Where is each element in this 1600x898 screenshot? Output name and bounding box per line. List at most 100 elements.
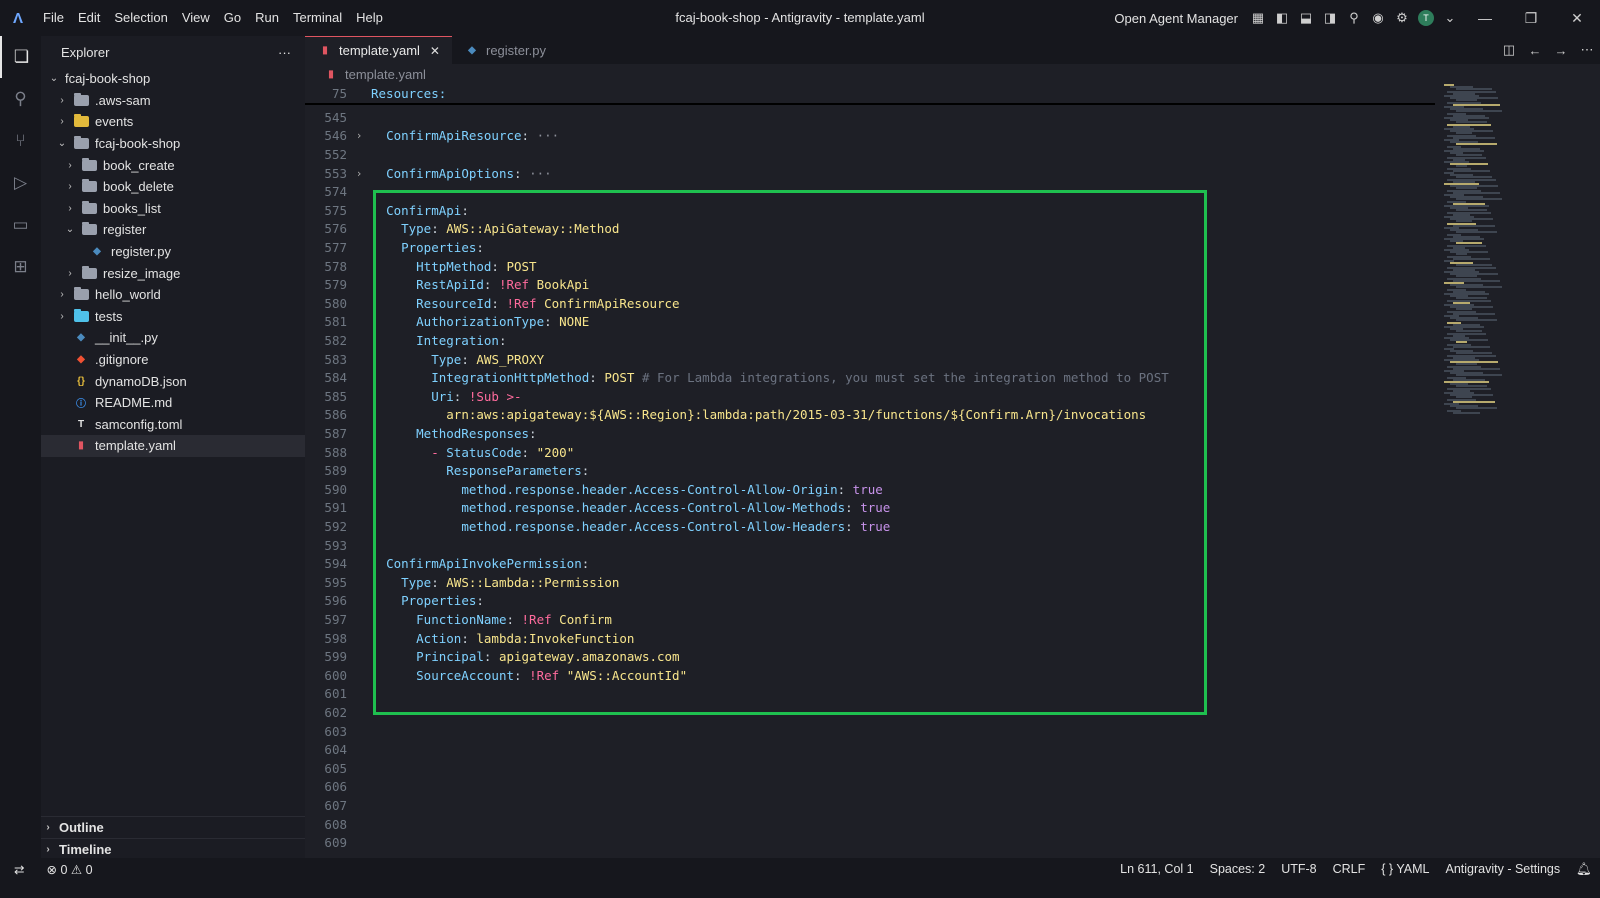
code-line[interactable]: 608: [305, 815, 1435, 834]
code-line[interactable]: 595 Type: AWS::Lambda::Permission: [305, 573, 1435, 592]
toggle-panel-icon[interactable]: ⬓: [1294, 0, 1318, 36]
account-avatar[interactable]: T: [1414, 0, 1438, 36]
antigravity-logo-icon[interactable]: Λ: [0, 0, 36, 36]
code-line[interactable]: 583 Type: AWS_PROXY: [305, 350, 1435, 369]
chevron-down-icon[interactable]: ⌄: [1438, 0, 1462, 36]
menu-file[interactable]: File: [36, 0, 71, 36]
remote-indicator-icon[interactable]: ⇄: [0, 862, 38, 877]
menu-edit[interactable]: Edit: [71, 0, 107, 36]
run-debug-icon[interactable]: ▷: [0, 162, 41, 204]
code-line[interactable]: 604: [305, 740, 1435, 759]
tree-item[interactable]: › book_create: [41, 154, 305, 176]
tree-item[interactable]: › book_delete: [41, 176, 305, 198]
tree-item[interactable]: › .aws-sam: [41, 90, 305, 112]
navigate-back-icon[interactable]: ←: [1522, 43, 1548, 58]
code-line[interactable]: 592 method.response.header.Access-Contro…: [305, 517, 1435, 536]
antigravity-settings[interactable]: Antigravity - Settings: [1437, 862, 1568, 876]
explorer-more-actions-icon[interactable]: ···: [278, 45, 291, 60]
search-view-icon[interactable]: ⚲: [0, 78, 41, 120]
tree-item[interactable]: ›◆.gitignore: [41, 349, 305, 371]
tree-item[interactable]: ›Tsamconfig.toml: [41, 414, 305, 436]
remote-explorer-icon[interactable]: ▭: [0, 204, 41, 246]
layout-customize-icon[interactable]: ▦: [1246, 0, 1270, 36]
code-line[interactable]: 607: [305, 796, 1435, 815]
code-line[interactable]: 601: [305, 685, 1435, 704]
close-window-icon[interactable]: ✕: [1554, 0, 1600, 36]
source-control-icon[interactable]: ⑂: [0, 120, 41, 162]
code-line[interactable]: 597 FunctionName: !Ref Confirm: [305, 610, 1435, 629]
split-editor-icon[interactable]: ◫: [1496, 42, 1522, 58]
menu-selection[interactable]: Selection: [107, 0, 174, 36]
more-actions-icon[interactable]: ⋯: [1574, 42, 1600, 58]
problems-indicator[interactable]: ⊗ 0 ⚠ 0: [38, 862, 100, 877]
cursor-position[interactable]: Ln 611, Col 1: [1112, 862, 1201, 876]
open-agent-manager-button[interactable]: Open Agent Manager: [1114, 11, 1238, 26]
tree-item[interactable]: ⌄ fcaj-book-shop: [41, 68, 305, 90]
code-line[interactable]: 578 HttpMethod: POST: [305, 257, 1435, 276]
tree-item[interactable]: ⌄ register: [41, 219, 305, 241]
close-tab-icon[interactable]: ✕: [430, 44, 440, 58]
code-line[interactable]: 609: [305, 833, 1435, 852]
code-line[interactable]: 593: [305, 536, 1435, 555]
menu-help[interactable]: Help: [349, 0, 390, 36]
code-line[interactable]: 596 Properties:: [305, 592, 1435, 611]
menu-run[interactable]: Run: [248, 0, 286, 36]
code-line[interactable]: 599 Principal: apigateway.amazonaws.com: [305, 647, 1435, 666]
sticky-scroll-header[interactable]: 75 Resources:: [305, 84, 1435, 105]
code-editor[interactable]: 545 546 › ConfirmApiResource: ··· 552 553 › C…: [305, 107, 1435, 857]
timeline-section[interactable]: › Timeline: [41, 838, 305, 859]
code-line[interactable]: 588 - StatusCode: "200": [305, 443, 1435, 462]
code-line[interactable]: 589 ResponseParameters:: [305, 461, 1435, 480]
tree-item[interactable]: › hello_world: [41, 284, 305, 306]
settings-gear-icon[interactable]: ⚙: [1390, 0, 1414, 36]
line-ending[interactable]: CRLF: [1325, 862, 1374, 876]
fold-chevron-icon[interactable]: ›: [347, 167, 371, 180]
code-line[interactable]: 553 › ConfirmApiOptions: ···: [305, 164, 1435, 183]
code-line[interactable]: 576 Type: AWS::ApiGateway::Method: [305, 220, 1435, 239]
minimap[interactable]: [1436, 64, 1600, 857]
tree-item[interactable]: ›◆register.py: [41, 241, 305, 263]
tree-item[interactable]: ›◆__init__.py: [41, 327, 305, 349]
menu-go[interactable]: Go: [217, 0, 248, 36]
code-line[interactable]: 574: [305, 182, 1435, 201]
breadcrumb-file[interactable]: template.yaml: [345, 67, 426, 82]
menu-terminal[interactable]: Terminal: [286, 0, 349, 36]
code-line[interactable]: 605: [305, 759, 1435, 778]
code-line[interactable]: 546 › ConfirmApiResource: ···: [305, 127, 1435, 146]
code-line[interactable]: 586 arn:aws:apigateway:${AWS::Region}:la…: [305, 406, 1435, 425]
minimize-icon[interactable]: —: [1462, 0, 1508, 36]
code-line[interactable]: 600 SourceAccount: !Ref "AWS::AccountId": [305, 666, 1435, 685]
search-icon[interactable]: ⚲: [1342, 0, 1366, 36]
file-encoding[interactable]: UTF-8: [1273, 862, 1324, 876]
outline-section[interactable]: › Outline: [41, 816, 305, 837]
tree-item[interactable]: ›▮template.yaml: [41, 435, 305, 457]
code-line[interactable]: 598 Action: lambda:InvokeFunction: [305, 629, 1435, 648]
tree-item[interactable]: › resize_image: [41, 262, 305, 284]
toggle-primary-sidebar-icon[interactable]: ◧: [1270, 0, 1294, 36]
code-line[interactable]: 577 Properties:: [305, 238, 1435, 257]
code-line[interactable]: 581 AuthorizationType: NONE: [305, 313, 1435, 332]
tree-item[interactable]: ⌄ fcaj-book-shop: [41, 133, 305, 155]
toggle-secondary-sidebar-icon[interactable]: ◨: [1318, 0, 1342, 36]
fold-chevron-icon[interactable]: ›: [347, 129, 371, 142]
menu-view[interactable]: View: [175, 0, 217, 36]
tree-item[interactable]: › books_list: [41, 198, 305, 220]
code-line[interactable]: 603: [305, 722, 1435, 741]
code-line[interactable]: 585 Uri: !Sub >-: [305, 387, 1435, 406]
breadcrumb[interactable]: ▮ template.yaml: [305, 64, 1435, 84]
code-line[interactable]: 552: [305, 145, 1435, 164]
language-mode[interactable]: { } YAML: [1373, 862, 1437, 876]
code-line[interactable]: 580 ResourceId: !Ref ConfirmApiResource: [305, 294, 1435, 313]
browser-icon[interactable]: ◉: [1366, 0, 1390, 36]
code-line[interactable]: 579 RestApiId: !Ref BookApi: [305, 275, 1435, 294]
code-line[interactable]: 610: [305, 852, 1435, 857]
code-line[interactable]: 575 ConfirmApi:: [305, 201, 1435, 220]
code-line[interactable]: 591 method.response.header.Access-Contro…: [305, 499, 1435, 518]
code-line[interactable]: 602: [305, 703, 1435, 722]
code-line[interactable]: 584 IntegrationHttpMethod: POST # For La…: [305, 368, 1435, 387]
restore-icon[interactable]: ❐: [1508, 0, 1554, 36]
tree-item[interactable]: ›ⓘREADME.md: [41, 392, 305, 414]
tree-item[interactable]: › events: [41, 111, 305, 133]
code-line[interactable]: 582 Integration:: [305, 331, 1435, 350]
code-line[interactable]: 606: [305, 778, 1435, 797]
